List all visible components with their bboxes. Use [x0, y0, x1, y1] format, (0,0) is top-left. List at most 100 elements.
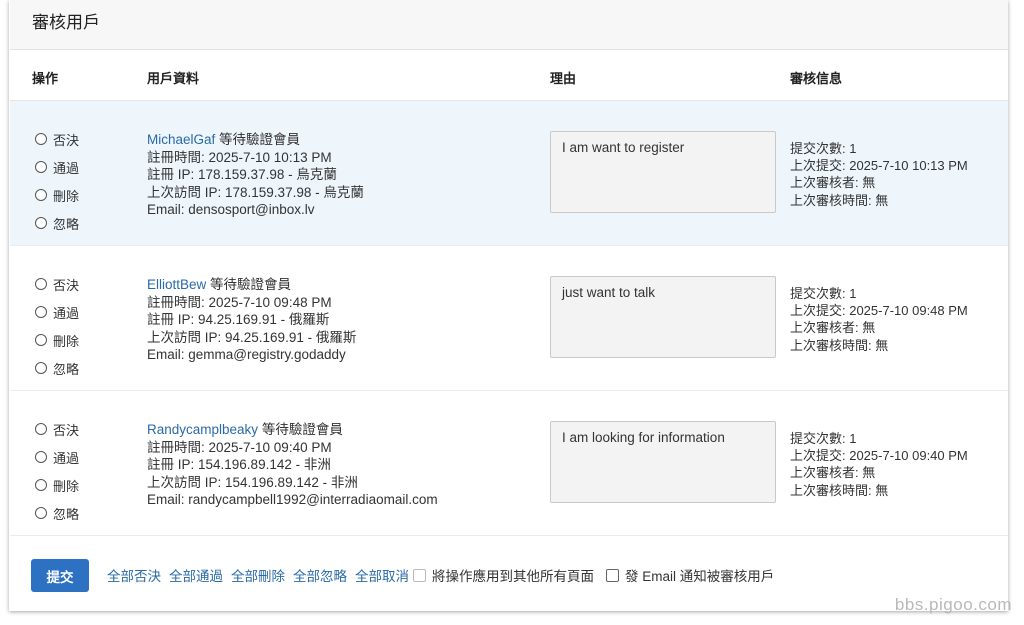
- footer-actions: 提交 全部否決 全部通過 全部刪除 全部忽略 全部取消 將操作應用到其他所有頁面…: [10, 537, 1008, 611]
- register-time: 註冊時間: 2025-7-10 09:48 PM: [147, 294, 332, 310]
- radio-button[interactable]: [35, 306, 47, 318]
- radio-button[interactable]: [35, 362, 47, 374]
- radio-label: 忽略: [53, 361, 80, 377]
- last-visit-ip: 上次訪問 IP: 178.159.37.98 - 烏克蘭: [147, 184, 364, 200]
- bulk-cancel-link[interactable]: 全部取消: [355, 565, 409, 585]
- last-review-time: 上次審核時間: 無: [790, 482, 889, 498]
- radio-button[interactable]: [35, 161, 47, 173]
- register-time: 註冊時間: 2025-7-10 10:13 PM: [147, 149, 332, 165]
- radio-button[interactable]: [35, 479, 47, 491]
- review-info: 提交次數: 1 上次提交: 2025-7-10 09:48 PM 上次審核者: …: [790, 285, 1000, 354]
- submit-count: 提交次數: 1: [790, 286, 857, 301]
- username-link[interactable]: ElliottBew: [147, 277, 206, 292]
- user-email: Email: densosport@inbox.lv: [147, 202, 315, 217]
- radio-option-reject[interactable]: 否決: [35, 415, 125, 443]
- user-status: 等待驗證會員: [261, 422, 343, 437]
- radio-option-approve[interactable]: 通過: [35, 298, 125, 326]
- radio-button[interactable]: [35, 423, 47, 435]
- reason-textbox[interactable]: just want to talk: [550, 276, 776, 358]
- radio-label: 通過: [53, 305, 80, 321]
- bulk-reject-link[interactable]: 全部否決: [107, 565, 161, 585]
- username-link[interactable]: MichaelGaf: [147, 132, 215, 147]
- radio-label: 忽略: [53, 506, 80, 522]
- column-header-user-info: 用戶資料: [147, 71, 200, 86]
- user-info: MichaelGaf 等待驗證會員 註冊時間: 2025-7-10 10:13 …: [147, 131, 537, 219]
- action-radio-group: 否決 通過 刪除 忽略: [35, 270, 125, 382]
- radio-button[interactable]: [35, 507, 47, 519]
- radio-button[interactable]: [35, 278, 47, 290]
- action-radio-group: 否決 通過 刪除 忽略: [35, 415, 125, 527]
- bulk-delete-link[interactable]: 全部刪除: [231, 565, 285, 585]
- review-info: 提交次數: 1 上次提交: 2025-7-10 10:13 PM 上次審核者: …: [790, 140, 1000, 209]
- bulk-ignore-link[interactable]: 全部忽略: [293, 565, 347, 585]
- submit-button[interactable]: 提交: [31, 559, 89, 592]
- user-email: Email: randycampbell1992@interradiaomail…: [147, 492, 438, 507]
- last-visit-ip: 上次訪問 IP: 94.25.169.91 - 俄羅斯: [147, 329, 357, 345]
- radio-button[interactable]: [35, 334, 47, 346]
- user-status: 等待驗證會員: [210, 277, 292, 292]
- radio-label: 刪除: [53, 333, 80, 349]
- user-email: Email: gemma@registry.godaddy: [147, 347, 346, 362]
- reason-textbox[interactable]: I am want to register: [550, 131, 776, 213]
- table-row: 否決 通過 刪除 忽略 MichaelGaf 等待驗證會員 註冊時間: 2025…: [10, 101, 1008, 246]
- radio-option-reject[interactable]: 否決: [35, 270, 125, 298]
- last-review-time: 上次審核時間: 無: [790, 337, 889, 353]
- apply-all-pages-label: 將操作應用到其他所有頁面: [432, 569, 594, 584]
- last-visit-ip: 上次訪問 IP: 154.196.89.142 - 非洲: [147, 474, 358, 490]
- register-ip: 註冊 IP: 94.25.169.91 - 俄羅斯: [147, 312, 330, 327]
- radio-option-reject[interactable]: 否決: [35, 125, 125, 153]
- submit-count: 提交次數: 1: [790, 431, 857, 446]
- radio-label: 通過: [53, 160, 80, 176]
- table-row: 否決 通過 刪除 忽略 ElliottBew 等待驗證會員 註冊時間: 2025…: [10, 246, 1008, 391]
- last-reviewer: 上次審核者: 無: [790, 175, 876, 191]
- register-ip: 註冊 IP: 154.196.89.142 - 非洲: [147, 457, 331, 472]
- radio-label: 通過: [53, 450, 80, 466]
- column-header-review-info: 審核信息: [790, 71, 843, 86]
- column-header-reason: 理由: [550, 71, 577, 86]
- register-time: 註冊時間: 2025-7-10 09:40 PM: [147, 439, 332, 455]
- user-info: ElliottBew 等待驗證會員 註冊時間: 2025-7-10 09:48 …: [147, 276, 537, 364]
- submit-count: 提交次數: 1: [790, 141, 857, 156]
- radio-option-ignore[interactable]: 忽略: [35, 354, 125, 382]
- apply-all-pages-checkbox[interactable]: [413, 568, 426, 582]
- radio-button[interactable]: [35, 133, 47, 145]
- radio-label: 刪除: [53, 478, 80, 494]
- watermark: bbs.pigoo.com: [894, 595, 1012, 614]
- radio-option-approve[interactable]: 通過: [35, 443, 125, 471]
- column-header-action: 操作: [32, 71, 59, 86]
- radio-label: 否決: [53, 422, 80, 438]
- last-review-time: 上次審核時間: 無: [790, 192, 889, 208]
- radio-option-delete[interactable]: 刪除: [35, 326, 125, 354]
- radio-button[interactable]: [35, 217, 47, 229]
- radio-option-ignore[interactable]: 忽略: [35, 209, 125, 237]
- radio-button[interactable]: [35, 189, 47, 201]
- user-status: 等待驗證會員: [219, 132, 301, 147]
- email-notify-label: 發 Email 通知被審核用戶: [625, 569, 775, 584]
- register-ip: 註冊 IP: 178.159.37.98 - 烏克蘭: [147, 167, 337, 182]
- radio-option-delete[interactable]: 刪除: [35, 471, 125, 499]
- panel-header: 審核用戶: [10, 0, 1008, 50]
- review-info: 提交次數: 1 上次提交: 2025-7-10 09:40 PM 上次審核者: …: [790, 430, 1000, 499]
- radio-option-delete[interactable]: 刪除: [35, 181, 125, 209]
- radio-label: 刪除: [53, 188, 80, 204]
- radio-option-ignore[interactable]: 忽略: [35, 499, 125, 527]
- user-info: Randycamplbeaky 等待驗證會員 註冊時間: 2025-7-10 0…: [147, 421, 537, 509]
- reason-textbox[interactable]: I am looking for information: [550, 421, 776, 503]
- email-notify-checkbox[interactable]: [606, 568, 619, 582]
- radio-label: 否決: [53, 277, 80, 293]
- last-submit: 上次提交: 2025-7-10 10:13 PM: [790, 158, 968, 174]
- action-radio-group: 否決 通過 刪除 忽略: [35, 125, 125, 237]
- table-header: 操作 用戶資料 理由 審核信息: [10, 51, 1008, 101]
- radio-option-approve[interactable]: 通過: [35, 153, 125, 181]
- last-submit: 上次提交: 2025-7-10 09:48 PM: [790, 303, 968, 319]
- last-reviewer: 上次審核者: 無: [790, 465, 876, 481]
- bulk-action-links: 全部否決 全部通過 全部刪除 全部忽略 全部取消 將操作應用到其他所有頁面 發 …: [107, 565, 786, 585]
- last-reviewer: 上次審核者: 無: [790, 320, 876, 336]
- radio-label: 否決: [53, 132, 80, 148]
- page-title: 審核用戶: [32, 13, 100, 32]
- username-link[interactable]: Randycamplbeaky: [147, 422, 258, 437]
- radio-button[interactable]: [35, 451, 47, 463]
- table-row: 否決 通過 刪除 忽略 Randycamplbeaky 等待驗證會員 註冊時間:…: [10, 391, 1008, 536]
- bulk-approve-link[interactable]: 全部通過: [169, 565, 223, 585]
- last-submit: 上次提交: 2025-7-10 09:40 PM: [790, 448, 968, 464]
